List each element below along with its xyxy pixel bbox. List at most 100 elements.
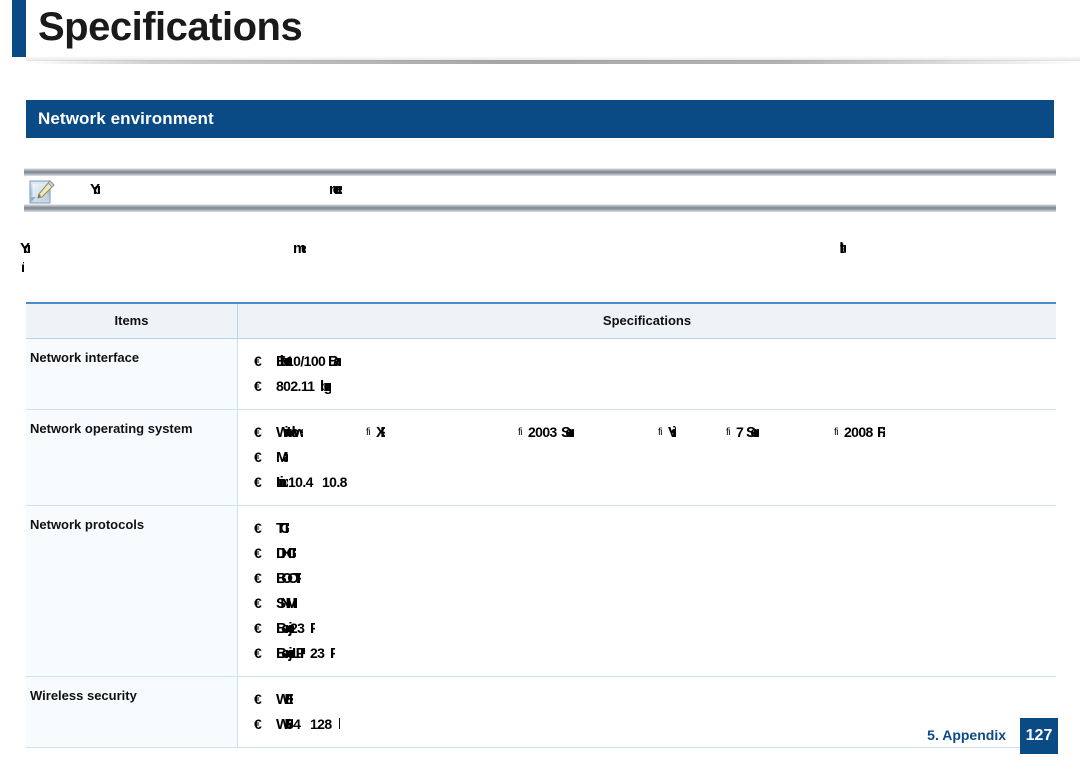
spec-bullet-line: € BOOTP	[254, 566, 1056, 591]
spec-bullet-line: € Bonjour LPR 23 Pr	[254, 641, 1056, 666]
spec-text-blob: R2	[877, 424, 885, 441]
item-label: Wireless security	[30, 688, 137, 703]
spec-text-blob: Mac	[276, 449, 289, 466]
bullet-icon: €	[254, 545, 262, 561]
spec-text-blob: Linux	[276, 474, 288, 491]
spec-text-segment: 10.4	[288, 470, 313, 495]
item-label: Network operating system	[30, 421, 193, 436]
spec-text-blob: 23	[310, 645, 325, 661]
spec-text-blob: fi	[834, 427, 839, 438]
table-header-row: Items Specifications	[26, 304, 1056, 339]
spec-text-blob: WEP	[276, 691, 294, 708]
spec-text-blob: DHCP	[276, 545, 297, 562]
spec-text-segment: 802.11	[276, 374, 315, 399]
spec-text-segment: 2003	[528, 420, 557, 445]
table-cell-item: Network protocols	[26, 506, 238, 676]
spec-text-blob: 23	[290, 620, 305, 636]
spec-text-blob: fi	[518, 427, 523, 438]
column-header-label: Items	[114, 313, 149, 328]
spec-bullet-line: € Bonjour 23 Pr	[254, 616, 1056, 641]
table-cell-specifications: € TCP € DHCP € BOOTP € SNMP € Bonjour 23 Pr € Bonjour…	[238, 506, 1056, 676]
bullet-icon: €	[254, 691, 262, 707]
paragraph-text-blob: the	[840, 240, 846, 257]
spec-text-blob: 10.8	[322, 474, 347, 490]
table-cell-item: Network operating system	[26, 410, 238, 505]
bullet-icon: €	[254, 449, 262, 465]
item-label: Network protocols	[30, 517, 145, 532]
table-cell-specifications: € Ethernet 10/100 Base €802.11 bgn	[238, 339, 1056, 409]
spec-text-segment: 2008	[844, 420, 873, 445]
note-text-blob: You	[90, 181, 101, 198]
spec-text-segment: fi	[518, 420, 523, 447]
table-header-cell-items: Items	[26, 304, 238, 338]
spec-text-segment: Pr	[330, 641, 335, 674]
spec-text-blob: XP	[376, 424, 385, 441]
page-header: Specifications	[0, 0, 1080, 78]
section-header-label: Network environment	[38, 109, 214, 128]
paragraph-text-blob: You	[20, 240, 31, 257]
spec-text-blob: 802.11	[276, 378, 315, 394]
footer-page-number-badge: 127	[1020, 718, 1058, 754]
header-divider	[26, 60, 1080, 64]
spec-bullet-line: € SNMP	[254, 591, 1056, 616]
bullet-icon: €	[254, 595, 262, 611]
spec-text-blob: Pr	[330, 645, 335, 662]
note-callout: You need	[24, 168, 1056, 212]
spec-text-blob: 10/100	[286, 353, 326, 369]
spec-text-segment: fi	[726, 420, 731, 447]
column-header-label: Specifications	[602, 313, 692, 328]
spec-text-segment: fi	[834, 420, 839, 447]
spec-text-blob: 10.4	[288, 474, 313, 490]
paragraph-text-blob: in	[22, 259, 25, 275]
spec-text-blob: LPR	[292, 645, 306, 662]
table-body: Network interface € Ethernet 10/100 Base €802…	[26, 339, 1056, 748]
spec-text-blob: TCP	[276, 520, 290, 537]
paragraph-text-blob: must	[293, 240, 307, 257]
section-header-bar: Network environment	[26, 100, 1054, 138]
spec-text-segment: 7	[736, 420, 744, 445]
spec-text-blob: Server	[746, 424, 760, 441]
spec-bullet-line: € TCP	[254, 516, 1056, 541]
paragraph-run: in	[22, 259, 24, 280]
spec-text-blob: Windows	[276, 424, 303, 441]
spec-text-blob: SNMP	[276, 595, 297, 612]
spec-text-segment: fi	[658, 420, 663, 447]
item-label: Network interface	[30, 350, 140, 365]
spec-text-segment: LPR	[292, 641, 305, 674]
bullet-icon: €	[254, 474, 262, 490]
spec-bullet-line: € Mac	[254, 445, 1056, 470]
spec-text-blob: 7	[736, 424, 744, 440]
spec-text-segment: Linux	[276, 470, 288, 503]
spec-bullet-line: €802.11 bgn	[254, 374, 1056, 399]
spec-text-blob: bgn	[320, 378, 331, 395]
note-text-blob: need	[329, 181, 342, 198]
spec-bullet-line: € Ethernet 10/100 Base	[254, 349, 1056, 374]
spec-text-blob: fi	[658, 427, 663, 438]
bullet-icon: €	[254, 620, 262, 636]
spec-text-blob: fi	[366, 427, 371, 438]
note-rule-top	[24, 168, 1056, 176]
spec-bullet-line: € Windows fi XP fi 2003 Server fi Vista fi 7 Server…	[254, 420, 1056, 445]
table-row: Network interface € Ethernet 10/100 Base €802…	[26, 339, 1056, 410]
spec-text-blob: BOOTP	[276, 570, 302, 587]
page-footer: 5. Appendix 127	[0, 718, 1080, 763]
note-pencil-icon	[29, 179, 57, 205]
bullet-icon: €	[254, 424, 262, 440]
table-row: Network operating system € Windows fi XP fi 20…	[26, 410, 1056, 506]
footer-chapter-label: 5. Appendix	[927, 727, 1006, 743]
header-accent-bar	[12, 0, 26, 57]
spec-bullet-line: € WEP	[254, 687, 1056, 712]
spec-text-segment: 23	[310, 641, 325, 666]
note-text-run-1: need	[329, 181, 342, 198]
bullet-icon: €	[254, 645, 262, 661]
spec-bullet-line: €Linux10.4-10.8	[254, 470, 1056, 495]
bullet-icon: €	[254, 353, 262, 369]
spec-text-blob: 2008	[844, 424, 873, 440]
bullet-icon: €	[254, 570, 262, 586]
table-row: Network protocols € TCP € DHCP € BOOTP € SNMP € Bo…	[26, 506, 1056, 677]
spec-text-blob: Vista	[668, 424, 676, 441]
note-rule-bottom	[24, 204, 1056, 212]
bullet-icon: €	[254, 378, 262, 394]
specifications-table: Items Specifications Network interface € E…	[26, 302, 1056, 748]
body-paragraph-line-1: in	[0, 259, 1080, 279]
